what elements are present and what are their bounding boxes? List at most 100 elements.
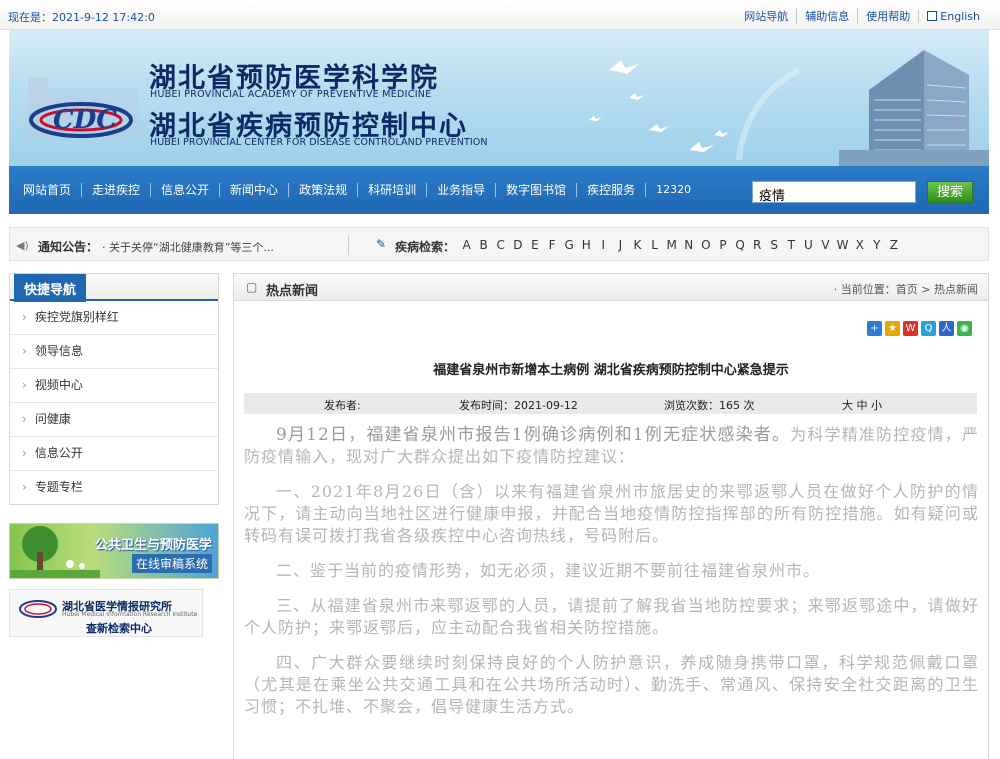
letter-v[interactable]: V [817, 238, 834, 252]
logo-text: CDC [53, 105, 117, 135]
top-links: 网站导航 辅助信息 使用帮助 English [736, 8, 988, 24]
letter-k[interactable]: K [629, 238, 646, 252]
title-en-cdc: HUBEI PROVINCIAL CENTER FOR DISEASE CONT… [150, 137, 488, 148]
promo-line2: 在线审稿系统 [131, 554, 212, 573]
meta-publisher: 发布者: [324, 399, 361, 412]
search-button[interactable]: 搜索 [927, 181, 973, 203]
letter-a[interactable]: A [458, 238, 475, 252]
meta-font-size[interactable]: 大 中 小 [842, 397, 882, 413]
article-body: 9月12日，福建省泉州市报告1例确诊病例和1例无症状感染者。为科学精准防控疫情，… [244, 424, 979, 731]
chevron-right-icon: › [22, 344, 27, 358]
sidebar-item-video[interactable]: › 视频中心 [10, 369, 218, 403]
paragraph-2: 二、鉴于当前的疫情形势，如无必须，建议近期不要前往福建省泉州市。 [276, 561, 821, 580]
letter-b[interactable]: B [475, 238, 492, 252]
nav-library[interactable]: 数字图书馆 [495, 183, 576, 197]
news-panel-header: ▢ 热点新闻 · 当前位置：首页 > 热点新闻 [234, 274, 988, 301]
letter-r[interactable]: R [749, 238, 766, 252]
article-meta: 发布者: 发布时间：2021-09-12 浏览次数：165 次 大 中 小 [244, 393, 977, 414]
search-input[interactable]: 疫情 [752, 181, 916, 204]
chevron-right-icon: › [22, 480, 27, 494]
title-en-academy: HUBEI PROVINCIAL ACADEMY OF PREVENTIVE M… [150, 89, 432, 100]
quick-nav-title: 快捷导航 [14, 274, 87, 302]
chevron-right-icon: › [22, 412, 27, 426]
notice-label: 通知公告： [38, 240, 99, 254]
sidebar-item-party[interactable]: › 疾控党旗别样红 [10, 301, 218, 335]
building-graphic [839, 50, 989, 166]
article-title: 福建省泉州市新增本土病例 湖北省疾病预防控制中心紧急提示 [433, 363, 789, 378]
chevron-right-icon: › [22, 310, 27, 324]
institute-subtitle: Hubei Medical Information Research Insti… [62, 611, 198, 618]
letter-c[interactable]: C [492, 238, 509, 252]
notice-text[interactable]: · 关于关停“湖北健康教育”等三个... [102, 239, 274, 255]
letter-m[interactable]: M [663, 238, 680, 252]
share-weibo-icon[interactable]: W [903, 321, 918, 336]
quick-nav-panel: 快捷导航 › 疾控党旗别样红 › 领导信息 › 视频中心 › 问健康 › 信息公开 › 专题… [9, 273, 219, 505]
document-icon: ▢ [246, 280, 258, 294]
letter-l[interactable]: L [646, 238, 663, 252]
promo-line1: 公共卫生与预防医学 [94, 538, 212, 553]
nav-info-public[interactable]: 信息公开 [150, 183, 219, 197]
share-renren-icon[interactable]: 人 [939, 321, 954, 336]
share-plus-icon[interactable]: + [867, 321, 882, 336]
site-nav-link[interactable]: 网站导航 [736, 8, 796, 24]
sidebar-item-leaders[interactable]: › 领导信息 [10, 335, 218, 369]
chevron-right-icon: › [22, 378, 27, 392]
share-qzone-icon[interactable]: ★ [885, 321, 900, 336]
share-wechat-icon[interactable]: ◉ [957, 321, 972, 336]
letter-j[interactable]: J [612, 238, 629, 252]
site-banner: CDC 湖北省预防医学科学院 HUBEI PROVINCIAL ACADEMY … [9, 30, 989, 166]
novelty-search-banner[interactable]: 湖北省医学情报研究所 Hubei Medical Information Res… [9, 589, 203, 637]
letter-p[interactable]: P [714, 238, 731, 252]
article-lead: 9月12日，福建省泉州市报告1例确诊病例和1例无症状感染者。 [276, 425, 791, 445]
letter-g[interactable]: G [561, 238, 578, 252]
letter-d[interactable]: D [509, 238, 526, 252]
letter-o[interactable]: O [697, 238, 714, 252]
sidebar-item-health-qa[interactable]: › 问健康 [10, 403, 218, 437]
english-link[interactable]: English [918, 9, 988, 23]
letter-e[interactable]: E [526, 238, 543, 252]
divider [348, 235, 349, 255]
nav-home[interactable]: 网站首页 [23, 183, 81, 197]
paragraph-intro: 9月12日，福建省泉州市报告1例确诊病例和1例无症状感染者。为科学精准防控疫情，… [244, 424, 979, 468]
letter-n[interactable]: N [680, 238, 697, 252]
disease-letter-index: A B C D E F G H I J K L M N O P Q R S T … [458, 238, 902, 252]
share-tencent-icon[interactable]: Q [921, 321, 936, 336]
letter-s[interactable]: S [766, 238, 783, 252]
sidebar-item-label: 领导信息 [34, 344, 83, 358]
news-panel: ▢ 热点新闻 · 当前位置：首页 > 热点新闻 + ★ W Q 人 ◉ 福建省泉… [233, 273, 989, 759]
nav-services[interactable]: 疾控服务 [576, 183, 645, 197]
promo-illustration [10, 526, 100, 578]
letter-h[interactable]: H [578, 238, 595, 252]
quick-nav-header: 快捷导航 [10, 274, 218, 302]
nav-news[interactable]: 新闻中心 [219, 183, 288, 197]
breadcrumb[interactable]: · 当前位置：首页 > 热点新闻 [834, 281, 978, 297]
speaker-icon: ◀) [16, 239, 29, 252]
nav-research[interactable]: 科研培训 [357, 183, 426, 197]
doves-graphic [589, 60, 799, 160]
meta-views: 浏览次数：165 次 [664, 399, 755, 412]
sidebar-item-topics[interactable]: › 专题专栏 [10, 471, 218, 505]
assist-info-link[interactable]: 辅助信息 [796, 8, 857, 24]
letter-y[interactable]: Y [868, 238, 885, 252]
sidebar-item-info-public[interactable]: › 信息公开 [10, 437, 218, 471]
letter-q[interactable]: Q [732, 238, 749, 252]
nav-12320[interactable]: 12320 [645, 183, 701, 197]
letter-x[interactable]: X [851, 238, 868, 252]
letter-t[interactable]: T [783, 238, 800, 252]
nav-about[interactable]: 走进疾控 [81, 183, 150, 197]
help-link[interactable]: 使用帮助 [857, 8, 918, 24]
letter-i[interactable]: I [595, 238, 612, 252]
share-icons: + ★ W Q 人 ◉ [864, 321, 972, 336]
cdc-logo: CDC [28, 78, 138, 138]
review-system-banner[interactable]: 公共卫生与预防医学 在线审稿系统 [9, 523, 219, 579]
letter-w[interactable]: W [834, 238, 851, 252]
institute-logo [19, 600, 57, 618]
letter-f[interactable]: F [543, 238, 560, 252]
nav-guidance[interactable]: 业务指导 [426, 183, 495, 197]
disease-search-label: 疾病检索： [395, 240, 456, 254]
nav-policy[interactable]: 政策法规 [288, 183, 357, 197]
letter-u[interactable]: U [800, 238, 817, 252]
main-nav: 网站首页 走进疾控 信息公开 新闻中心 政策法规 科研培训 业务指导 数字图书馆… [9, 166, 989, 214]
section-title: 热点新闻 [266, 284, 319, 299]
letter-z[interactable]: Z [885, 238, 902, 252]
